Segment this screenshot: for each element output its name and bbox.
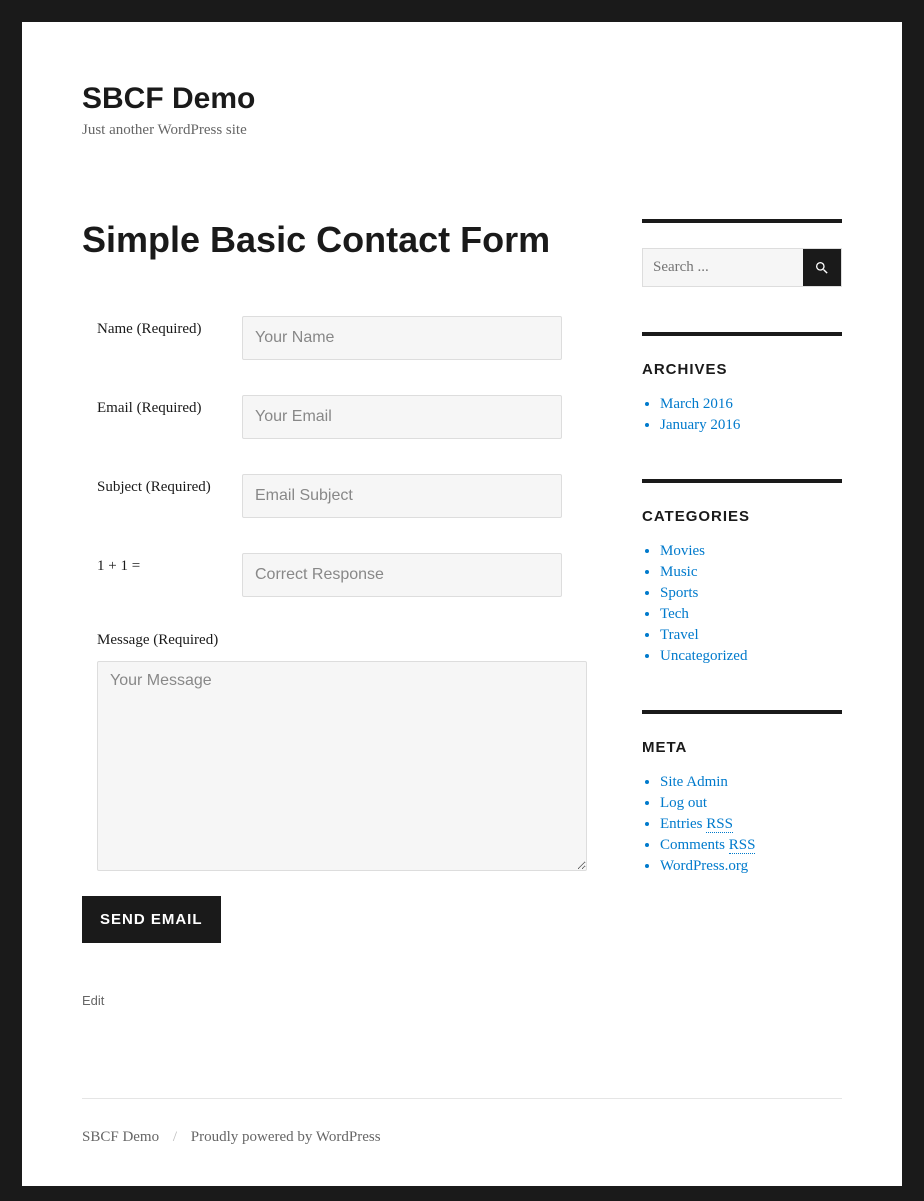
page-title: Simple Basic Contact Form xyxy=(82,219,572,261)
category-link[interactable]: Tech xyxy=(660,606,842,623)
search-icon xyxy=(814,260,830,276)
footer: SBCF Demo / Proudly powered by WordPress xyxy=(82,1098,842,1186)
meta-link[interactable]: Entries RSS xyxy=(660,816,842,833)
archive-link[interactable]: March 2016 xyxy=(660,396,842,413)
name-input[interactable] xyxy=(242,316,562,360)
subject-input[interactable] xyxy=(242,474,562,518)
main-content: Simple Basic Contact Form Name (Required… xyxy=(82,219,572,1008)
edit-link[interactable]: Edit xyxy=(82,993,572,1008)
captcha-input[interactable] xyxy=(242,553,562,597)
categories-widget: CATEGORIES Movies Music Sports Tech Trav… xyxy=(642,479,842,665)
meta-widget: META Site Admin Log out Entries RSS Comm… xyxy=(642,710,842,875)
category-link[interactable]: Uncategorized xyxy=(660,648,842,665)
sidebar: ARCHIVES March 2016 January 2016 CATEGOR… xyxy=(642,219,842,920)
site-title[interactable]: SBCF Demo xyxy=(82,82,842,116)
widget-divider xyxy=(642,332,842,336)
email-label: Email (Required) xyxy=(82,395,242,417)
submit-button[interactable]: Send Email xyxy=(82,896,221,943)
category-link[interactable]: Travel xyxy=(660,627,842,644)
archive-link[interactable]: January 2016 xyxy=(660,417,842,434)
message-label: Message (Required) xyxy=(82,632,572,649)
widget-divider xyxy=(642,710,842,714)
meta-link[interactable]: WordPress.org xyxy=(660,858,842,875)
archives-title: ARCHIVES xyxy=(642,361,842,378)
category-link[interactable]: Sports xyxy=(660,585,842,602)
meta-link[interactable]: Comments RSS xyxy=(660,837,842,854)
footer-separator: / xyxy=(173,1129,177,1145)
meta-title: META xyxy=(642,739,842,756)
categories-title: CATEGORIES xyxy=(642,508,842,525)
widget-divider xyxy=(642,219,842,223)
footer-credit[interactable]: Proudly powered by WordPress xyxy=(191,1129,381,1145)
widget-divider xyxy=(642,479,842,483)
category-link[interactable]: Movies xyxy=(660,543,842,560)
footer-site-link[interactable]: SBCF Demo xyxy=(82,1129,159,1145)
subject-label: Subject (Required) xyxy=(82,474,242,496)
email-input[interactable] xyxy=(242,395,562,439)
search-input[interactable] xyxy=(643,249,803,286)
search-button[interactable] xyxy=(803,249,841,286)
meta-link[interactable]: Site Admin xyxy=(660,774,842,791)
name-label: Name (Required) xyxy=(82,316,242,338)
site-tagline: Just another WordPress site xyxy=(82,122,842,139)
archives-widget: ARCHIVES March 2016 January 2016 xyxy=(642,332,842,434)
message-input[interactable] xyxy=(97,661,587,871)
captcha-label: 1 + 1 = xyxy=(82,553,242,575)
meta-link[interactable]: Log out xyxy=(660,795,842,812)
category-link[interactable]: Music xyxy=(660,564,842,581)
